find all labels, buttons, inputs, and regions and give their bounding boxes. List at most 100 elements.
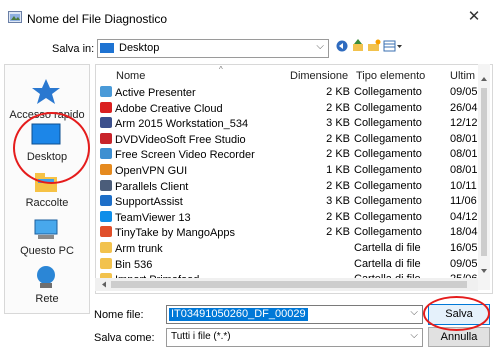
annotation-circle-desktop	[13, 112, 90, 184]
file-type: Collegamento	[354, 86, 422, 98]
file-icon	[100, 164, 112, 175]
table-row[interactable]: SupportAssist 3 KB Collegamento 11/06	[96, 195, 492, 210]
file-type: Collegamento	[354, 179, 422, 192]
table-row[interactable]: DVDVideoSoft Free Studio 2 KB Collegamento…	[96, 132, 492, 148]
horizontal-scrollbar[interactable]	[95, 278, 478, 291]
file-name: TeamViewer 13	[115, 211, 191, 224]
close-icon[interactable]: ✕	[464, 7, 484, 27]
computer-icon	[34, 219, 58, 239]
column-header-type[interactable]: Tipo elemento	[356, 70, 425, 84]
save-as-type-label: Salva come:	[94, 332, 155, 344]
file-icon	[100, 226, 112, 238]
place-label: Raccolte	[25, 197, 69, 209]
file-name: Adobe Creative Cloud	[115, 102, 223, 115]
save-in-combo[interactable]: Desktop ⌵	[97, 39, 329, 58]
chevron-down-icon: ⌵	[410, 330, 418, 341]
file-type: Cartella di file	[354, 242, 421, 254]
file-size: 2 KB	[326, 226, 350, 239]
file-name: Free Screen Video Recorder	[115, 149, 255, 162]
view-menu-icon[interactable]	[383, 38, 403, 54]
file-size: 2 KB	[326, 148, 350, 161]
filename-label: Nome file:	[94, 309, 144, 321]
window-title: Nome del File Diagnostico	[27, 12, 168, 26]
title-bar: Nome del File Diagnostico ✕	[0, 0, 493, 34]
file-name-cell: OpenVPN GUI	[100, 164, 280, 177]
column-header-name[interactable]: Nome	[116, 70, 145, 84]
file-icon	[100, 210, 112, 222]
app-icon	[8, 11, 22, 23]
file-name-cell: Active Presenter	[100, 86, 280, 99]
new-folder-icon[interactable]	[367, 38, 381, 54]
table-row[interactable]: Free Screen Video Recorder 2 KB Collegamen…	[96, 148, 492, 163]
file-name-cell: Arm 2015 Workstation_534	[100, 117, 280, 130]
place-label: Questo PC	[20, 245, 74, 257]
file-type: Collegamento	[354, 164, 422, 176]
file-type: Collegamento	[354, 148, 422, 161]
file-size: 3 KB	[326, 195, 350, 208]
place-label: Rete	[35, 293, 59, 305]
save-in-value: Desktop	[119, 42, 160, 54]
filename-value: IT03491050260_DF_00029	[169, 308, 308, 321]
file-name: TinyTake by MangoApps	[115, 227, 236, 240]
back-icon[interactable]	[335, 38, 349, 54]
table-row[interactable]: Bin 536 Cartella di file 09/05	[96, 257, 492, 273]
file-name: DVDVideoSoft Free Studio	[115, 133, 246, 146]
chevron-down-icon: ⌵	[316, 41, 324, 52]
folder-icon	[100, 43, 114, 53]
file-name-cell: Bin 536	[100, 257, 280, 271]
file-icon	[100, 242, 112, 253]
file-name-cell: Parallels Client	[100, 179, 280, 193]
table-row[interactable]: Active Presenter 2 KB Collegamento 09/05	[96, 86, 492, 101]
file-name: Arm trunk	[115, 243, 163, 255]
file-type: Collegamento	[354, 195, 422, 208]
table-row[interactable]: Adobe Creative Cloud 2 KB Collegamento 26/0…	[96, 101, 492, 117]
column-header-date[interactable]: Ultim	[450, 70, 475, 84]
file-size: 1 KB	[326, 164, 350, 176]
file-name-cell: SupportAssist	[100, 195, 280, 208]
save-in-label: Salva in:	[52, 43, 95, 55]
file-type: Collegamento	[354, 210, 422, 223]
file-icon	[100, 195, 112, 207]
up-folder-icon[interactable]	[351, 38, 365, 54]
file-type: Collegamento	[354, 101, 422, 114]
file-name-cell: Arm trunk	[100, 242, 280, 255]
file-name-cell: DVDVideoSoft Free Studio	[100, 132, 280, 146]
file-icon	[100, 86, 112, 97]
file-type: Cartella di file	[354, 257, 421, 270]
filename-input[interactable]: IT03491050260_DF_00029 ⌵	[166, 305, 423, 324]
column-header-size[interactable]: Dimensione	[290, 70, 348, 84]
places-bar: Accesso rapido Desktop Raccolte Questo P…	[4, 64, 90, 314]
sort-up-icon: ^	[219, 65, 223, 74]
table-row[interactable]: Arm trunk Cartella di file 16/05	[96, 242, 492, 257]
file-size: 3 KB	[326, 117, 350, 130]
star-icon	[32, 79, 60, 104]
file-list[interactable]: Nome ^ Dimensione Tipo elemento Ultim Ac…	[95, 64, 493, 294]
save-as-type-value: Tutti i file (*.*)	[171, 331, 231, 342]
place-network[interactable]: Rete	[5, 263, 89, 309]
network-icon	[37, 266, 55, 288]
file-name: SupportAssist	[115, 196, 183, 209]
file-name-cell: Adobe Creative Cloud	[100, 101, 280, 115]
file-name-cell: TeamViewer 13	[100, 210, 280, 224]
table-row[interactable]: Parallels Client 2 KB Collegamento 10/11	[96, 179, 492, 195]
chevron-down-icon[interactable]: ⌵	[410, 307, 418, 318]
table-row[interactable]: TinyTake by MangoApps 2 KB Collegamento 18/…	[96, 226, 492, 241]
table-row[interactable]: OpenVPN GUI 1 KB Collegamento 08/01	[96, 164, 492, 179]
file-name: Parallels Client	[115, 180, 189, 193]
file-name-cell: Free Screen Video Recorder	[100, 148, 280, 161]
file-size: 2 KB	[326, 101, 350, 114]
file-icon	[100, 117, 112, 129]
table-row[interactable]: Arm 2015 Workstation_534 3 KB Collegamento…	[96, 117, 492, 132]
file-icon	[100, 257, 112, 269]
file-name: OpenVPN GUI	[115, 165, 188, 177]
file-name: Active Presenter	[115, 87, 196, 99]
file-name-cell: TinyTake by MangoApps	[100, 226, 280, 239]
save-as-type-combo[interactable]: Tutti i file (*.*) ⌵	[166, 328, 423, 347]
table-row[interactable]: TeamViewer 13 2 KB Collegamento 04/12	[96, 210, 492, 226]
vertical-scrollbar[interactable]	[478, 64, 490, 290]
file-size: 2 KB	[326, 86, 350, 98]
file-icon	[100, 132, 112, 144]
file-icon	[100, 148, 112, 160]
file-size: 2 KB	[326, 210, 350, 223]
place-this-pc[interactable]: Questo PC	[5, 215, 89, 261]
